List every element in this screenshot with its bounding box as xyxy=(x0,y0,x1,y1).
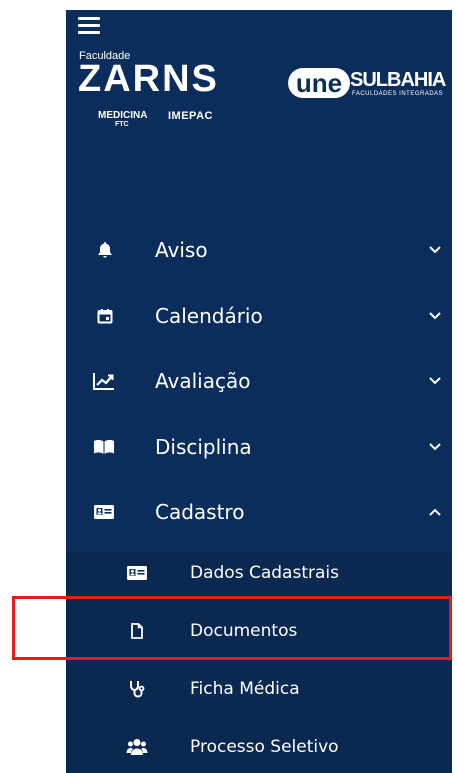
highlight-box xyxy=(12,596,452,660)
submenu-item-dados-cadastrais[interactable]: Dados Cadastrais xyxy=(66,548,452,598)
id-card-icon xyxy=(126,564,148,582)
une-sulbahia-logo: une SULBAHIA FACULDADES INTEGRADAS xyxy=(288,64,450,102)
menu-label: Avaliação xyxy=(155,369,251,393)
submenu-label: Dados Cadastrais xyxy=(190,563,339,583)
id-card-icon xyxy=(92,503,116,521)
menu-item-cadastro[interactable]: Cadastro xyxy=(66,486,452,538)
medicina-logo: MEDICINA xyxy=(98,110,148,121)
ftc-logo: FTC xyxy=(115,121,129,128)
imepac-logo: IMEPAC xyxy=(168,110,213,122)
users-icon xyxy=(126,738,148,756)
menu-item-aviso[interactable]: Aviso xyxy=(66,224,452,276)
calendar-icon xyxy=(96,307,114,325)
chevron-down-icon xyxy=(428,243,442,257)
bell-icon xyxy=(96,241,114,259)
submenu-label: Ficha Médica xyxy=(190,679,300,699)
chevron-down-icon xyxy=(428,374,442,388)
menu-label: Aviso xyxy=(155,238,208,262)
sulbahia-subtext: FACULDADES INTEGRADAS xyxy=(352,91,444,97)
submenu-item-ficha-medica[interactable]: Ficha Médica xyxy=(66,664,452,714)
submenu-label: Processo Seletivo xyxy=(190,737,339,757)
une-badge: une xyxy=(288,68,350,98)
logo-area: Faculdade ZARNS une SULBAHIA FACULDADES … xyxy=(0,0,457,150)
chevron-up-icon xyxy=(428,505,442,519)
stethoscope-icon xyxy=(126,680,148,698)
menu-item-disciplina[interactable]: Disciplina xyxy=(66,421,452,473)
sulbahia-text: SULBAHIA xyxy=(350,69,446,91)
menu-item-avaliacao[interactable]: Avaliação xyxy=(66,355,452,407)
chevron-down-icon xyxy=(428,309,442,323)
menu-label: Calendário xyxy=(155,304,263,328)
menu-label: Cadastro xyxy=(155,500,245,524)
menu-label: Disciplina xyxy=(155,435,252,459)
book-open-icon xyxy=(92,438,116,456)
menu-item-calendario[interactable]: Calendário xyxy=(66,290,452,342)
chevron-down-icon xyxy=(428,440,442,454)
zarns-logo: ZARNS xyxy=(78,58,219,100)
chart-line-icon xyxy=(92,372,116,390)
submenu-item-processo-seletivo[interactable]: Processo Seletivo xyxy=(66,722,452,772)
